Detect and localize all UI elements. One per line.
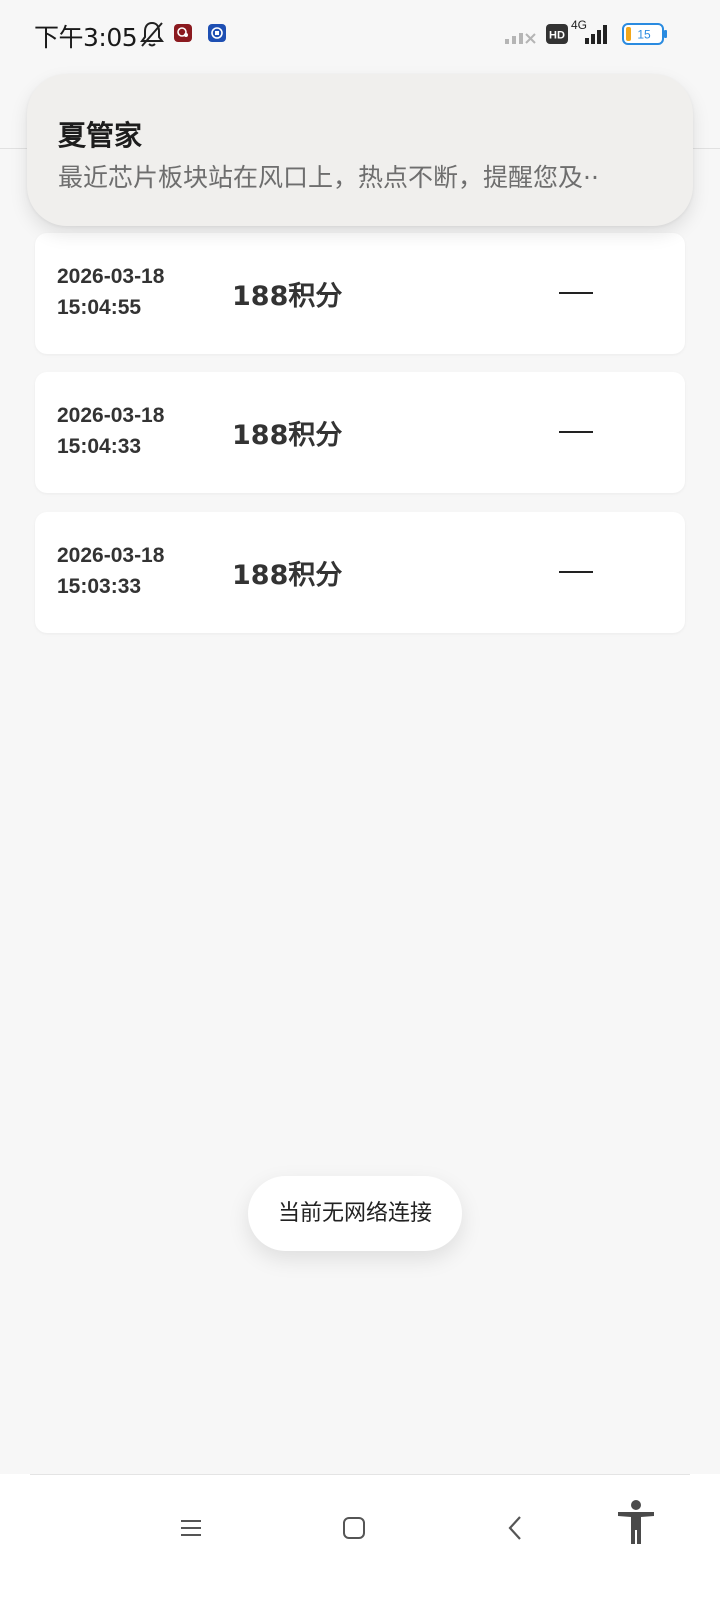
record-date: 2026-03-18 15:04:33 xyxy=(57,404,165,458)
battery-level: 15 xyxy=(637,28,651,42)
record-card[interactable]: 2026-03-18 15:04:33 188积分 xyxy=(35,372,685,493)
record-status-dash xyxy=(559,292,593,294)
record-points: 188积分 xyxy=(232,281,343,312)
cellular-4g-icon: 4G xyxy=(571,18,613,50)
notification-title: 夏管家 xyxy=(58,119,143,152)
accessibility-button[interactable] xyxy=(612,1500,660,1548)
record-date: 2026-03-18 15:04:55 xyxy=(57,265,165,319)
status-time: 下午3:05 xyxy=(34,23,138,52)
nav-divider xyxy=(30,1474,690,1475)
navigation-bar xyxy=(0,1474,720,1600)
network-type-label: 4G xyxy=(571,18,587,32)
toast-message: 当前无网络连接 xyxy=(248,1176,462,1251)
back-chevron-icon xyxy=(504,1515,528,1545)
back-button[interactable] xyxy=(494,1508,538,1552)
hd-icon: HD xyxy=(546,24,568,48)
signal-off-icon xyxy=(505,26,537,48)
status-bar: 下午3:05 HD 4G 15 xyxy=(0,0,720,70)
menu-button[interactable] xyxy=(169,1508,213,1552)
record-date: 2026-03-18 15:03:33 xyxy=(57,544,165,598)
record-status-dash xyxy=(559,571,593,573)
record-points: 188积分 xyxy=(232,560,343,591)
record-card[interactable]: 2026-03-18 15:03:33 188积分 xyxy=(35,512,685,633)
menu-icon xyxy=(179,1518,203,1542)
app-notification-icon xyxy=(208,24,226,46)
battery-icon: 15 xyxy=(622,23,670,49)
record-points: 188积分 xyxy=(232,420,343,451)
notification-body: 最近芯片板块站在风口上，热点不断，提醒您及·· xyxy=(58,163,599,192)
record-status-dash xyxy=(559,431,593,433)
home-square-icon xyxy=(342,1516,366,1544)
hd-label: HD xyxy=(549,30,565,42)
accessibility-icon xyxy=(616,1500,656,1548)
record-card[interactable]: 2026-03-18 15:04:55 188积分 xyxy=(35,233,685,354)
app-notification-icon xyxy=(174,24,192,46)
bell-off-icon xyxy=(140,20,164,52)
notification-banner[interactable]: 夏管家 最近芯片板块站在风口上，热点不断，提醒您及·· xyxy=(27,74,693,226)
home-button[interactable] xyxy=(332,1508,376,1552)
